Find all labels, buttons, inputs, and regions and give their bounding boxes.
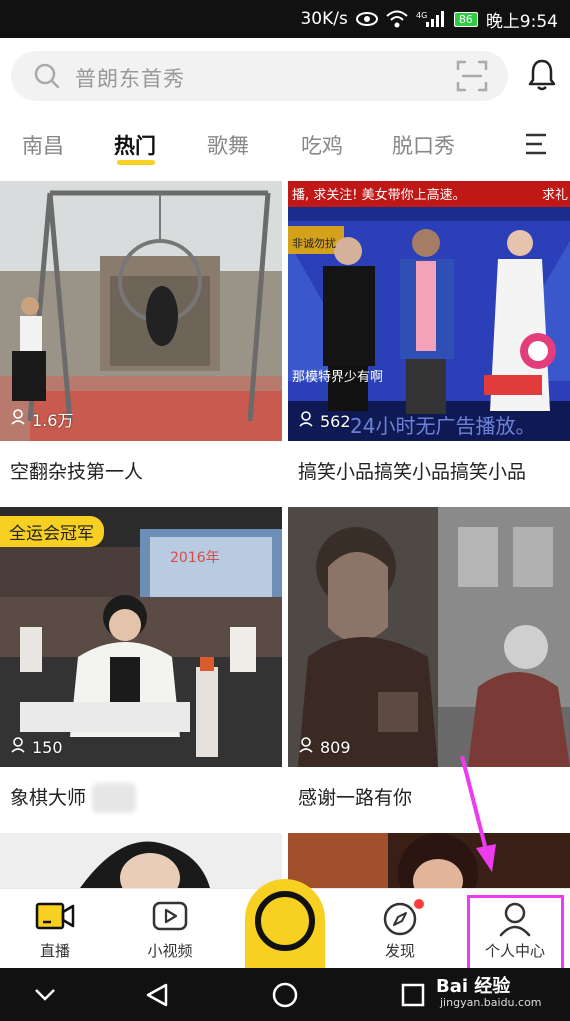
stream-title[interactable]: 象棋大师 (10, 783, 86, 810)
eye-icon (355, 12, 378, 26)
cell-signal-icon: 4G (416, 10, 446, 28)
annotation-highlight (467, 895, 564, 973)
app-screen: 30K/s 4G 86 晚上9:54 普朗东首秀 南昌 热门 歌舞 吃鸡 脱口秀… (0, 0, 570, 1021)
viewer-count: 562 (299, 411, 351, 431)
person-icon (11, 737, 27, 757)
search-icon (33, 62, 61, 94)
search-input[interactable]: 普朗东首秀 (11, 51, 508, 101)
stream-thumbnail[interactable]: 2016年 全运会冠军 150 (0, 507, 282, 767)
tab-hot[interactable]: 热门 (114, 130, 156, 160)
nav-live[interactable]: 直播 (5, 889, 105, 969)
tab-nanchang[interactable]: 南昌 (22, 130, 64, 160)
clock: 晚上9:54 (485, 11, 558, 32)
chevron-down-icon[interactable] (34, 982, 56, 1010)
status-bar: 30K/s 4G 86 晚上9:54 (0, 0, 570, 38)
stream-card[interactable] (288, 833, 570, 888)
search-bar-row: 普朗东首秀 (0, 38, 570, 118)
stream-title[interactable]: 空翻杂技第一人 (10, 457, 143, 484)
logo-text: 非诚勿扰 (292, 236, 336, 250)
stream-thumbnail[interactable]: 809 (288, 507, 570, 767)
stream-card[interactable]: 1.6万 空翻杂技第一人 (0, 181, 282, 507)
battery-indicator: 86 (453, 11, 478, 27)
stream-thumbnail[interactable] (288, 833, 570, 888)
start-live-button[interactable] (245, 879, 325, 968)
stream-title[interactable]: 感谢一路有你 (298, 783, 412, 810)
watermark-url: jingyan.baidu.com (440, 996, 542, 1009)
signal-label: 4G (416, 11, 427, 20)
scan-icon[interactable] (456, 60, 488, 96)
home-icon[interactable] (272, 982, 298, 1012)
blurred-text (92, 783, 136, 813)
viewer-count-value: 150 (32, 737, 63, 757)
back-icon[interactable] (144, 982, 170, 1012)
stream-title[interactable]: 搞笑小品搞笑小品搞笑小品 (298, 457, 526, 484)
overlay-top-text: 播, 求关注! 美女带你上高速。 (292, 187, 466, 203)
overlay-top-right-text: 求礼 (542, 187, 568, 203)
tab-chicken[interactable]: 吃鸡 (301, 130, 343, 160)
tab-song-dance[interactable]: 歌舞 (207, 130, 249, 160)
wifi-icon (386, 10, 408, 28)
search-placeholder: 普朗东首秀 (75, 67, 185, 91)
nav-short-video[interactable]: 小视频 (120, 889, 220, 969)
battery-level: 86 (453, 11, 478, 27)
overlay-bottom-text: 24小时无广告播放。 (350, 414, 535, 438)
compass-icon (382, 901, 418, 941)
tab-talk-show[interactable]: 脱口秀 (392, 130, 455, 160)
banner-text: 2016年 (170, 550, 220, 566)
record-icon (255, 891, 315, 951)
notification-dot (414, 899, 424, 909)
stream-card[interactable]: 809 感谢一路有你 (288, 507, 570, 833)
person-icon (299, 411, 315, 431)
stream-thumbnail[interactable]: 1.6万 (0, 181, 282, 441)
stream-thumbnail[interactable]: 播, 求关注! 美女带你上高速。 求礼 非诚勿扰 那模特界少有啊 24小时无广告… (288, 181, 570, 441)
stream-card[interactable] (0, 833, 282, 888)
video-camera-icon (35, 901, 75, 935)
recent-apps-icon[interactable] (400, 982, 426, 1012)
menu-icon[interactable] (524, 132, 548, 160)
stream-card[interactable]: 2016年 全运会冠军 150 象棋大师 (0, 507, 282, 833)
viewer-count: 809 (299, 737, 351, 757)
network-speed: 30K/s (300, 9, 348, 29)
viewer-count-value: 1.6万 (32, 411, 74, 430)
nav-discover-label: 发现 (384, 942, 415, 960)
nav-live-label: 直播 (39, 942, 70, 960)
category-tabs: 南昌 热门 歌舞 吃鸡 脱口秀 (0, 118, 570, 180)
viewer-count: 1.6万 (11, 407, 73, 431)
overlay-caption: 那模特界少有啊 (292, 370, 383, 385)
nav-discover[interactable]: 发现 (350, 889, 450, 969)
bell-icon[interactable] (527, 58, 557, 96)
stream-card[interactable]: 播, 求关注! 美女带你上高速。 求礼 非诚勿扰 那模特界少有啊 24小时无广告… (288, 181, 570, 507)
person-icon (11, 409, 27, 429)
person-icon (299, 737, 315, 757)
card-badge: 全运会冠军 (0, 516, 104, 547)
viewer-count: 150 (11, 737, 63, 757)
nav-short-video-label: 小视频 (147, 942, 193, 960)
active-tab-indicator (117, 160, 155, 165)
viewer-count-value: 562 (320, 411, 351, 431)
watermark-brand: Bai 经验 (436, 976, 511, 997)
play-icon (152, 901, 188, 937)
stream-thumbnail[interactable] (0, 833, 282, 888)
viewer-count-value: 809 (320, 737, 351, 757)
